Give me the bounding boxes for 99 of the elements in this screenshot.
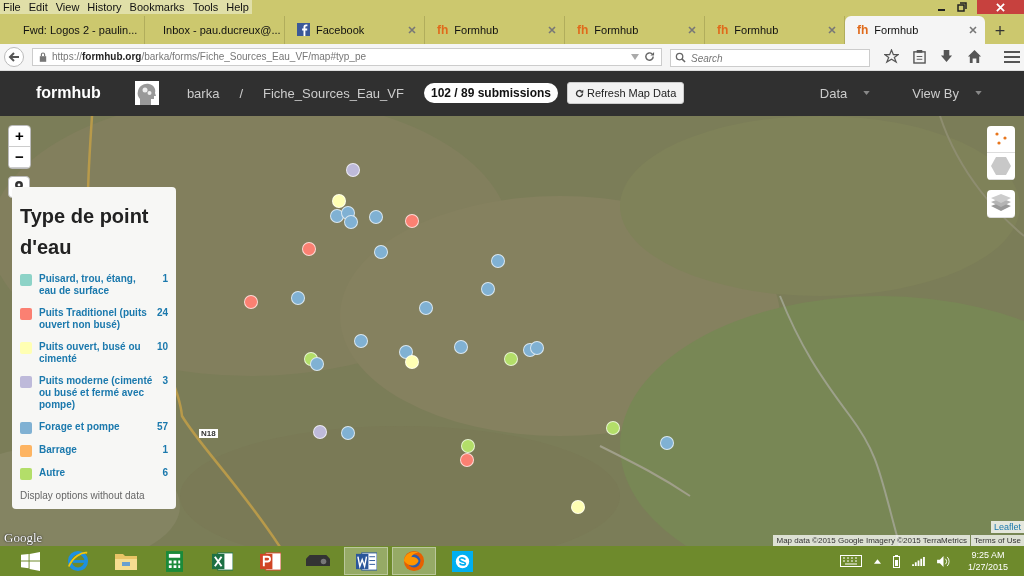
menu-item[interactable]: File xyxy=(3,0,21,14)
speaker-icon[interactable] xyxy=(936,555,950,567)
legend-count: 10 xyxy=(156,340,168,352)
browser-tab[interactable]: Facebook xyxy=(285,15,425,44)
battery-icon xyxy=(892,554,900,568)
legend-label[interactable]: Autre xyxy=(39,466,156,479)
road-label: N18 xyxy=(199,428,218,438)
legend-title: Type de point d'eau xyxy=(20,203,150,260)
restore-icon[interactable] xyxy=(957,2,967,12)
dropdown-menu[interactable]: Data xyxy=(819,85,871,101)
clock-date[interactable]: 1/27/2015 xyxy=(967,561,1008,574)
zoom-out-button[interactable]: − xyxy=(9,146,30,168)
avatar-icon[interactable] xyxy=(134,81,159,106)
submissions-count: 102 / 89 submissions xyxy=(423,83,558,104)
menu-item[interactable]: Help xyxy=(226,0,249,14)
spreadsheet-icon xyxy=(211,550,233,572)
formhub-icon: fh xyxy=(577,22,589,37)
formhub-icon: fh xyxy=(717,22,729,37)
browser-tab[interactable]: fh Formhub xyxy=(565,15,705,44)
leaflet-link[interactable]: Leaflet xyxy=(990,521,1024,534)
browser-tab[interactable]: fh Formhub xyxy=(425,15,565,44)
menu-item[interactable]: Edit xyxy=(28,0,48,14)
legend-label[interactable]: Puits moderne (cimenté ou busé et fermé avec pompe) xyxy=(39,374,156,411)
brand-logo[interactable]: formhub xyxy=(36,84,101,103)
clock-time[interactable]: 9:25 AM xyxy=(971,549,1005,562)
browser-icon xyxy=(67,550,89,573)
close-icon[interactable] xyxy=(688,25,696,34)
browser-tab[interactable]: Inbox - pau.ducreux@... xyxy=(145,15,285,44)
legend-label[interactable]: Puits Traditionel (puits ouvert non busé) xyxy=(39,306,150,331)
projector-icon xyxy=(306,554,330,568)
legend-label[interactable]: Barrage xyxy=(39,443,156,456)
legend-count: 1 xyxy=(162,443,168,455)
keyboard-icon[interactable] xyxy=(839,555,862,568)
close-button[interactable] xyxy=(977,0,1024,14)
layers-button[interactable] xyxy=(987,189,1015,218)
zoom-in-button[interactable]: + xyxy=(9,125,30,147)
back-button[interactable] xyxy=(4,46,24,67)
caret-icon xyxy=(863,91,871,96)
dropdown-icon[interactable] xyxy=(631,53,639,60)
menu-item[interactable]: Bookmarks xyxy=(129,0,185,14)
google-logo: Google xyxy=(4,531,43,546)
user-link[interactable]: barka xyxy=(186,85,220,101)
formhub-icon: fh xyxy=(437,22,449,37)
taskbar-button[interactable] xyxy=(344,547,388,576)
folder-icon xyxy=(114,551,138,572)
clipboard-icon[interactable] xyxy=(913,49,926,65)
refresh-button[interactable]: Refresh Map Data xyxy=(567,82,685,105)
menu-item[interactable]: Tools xyxy=(192,0,219,14)
hexagon-icon xyxy=(991,156,1011,175)
show-hidden-icon[interactable] xyxy=(873,558,881,564)
close-icon[interactable] xyxy=(969,25,977,34)
home-icon[interactable] xyxy=(967,49,982,65)
attribution-text: Map data ©2015 Google Imagery ©2015 TerraMetrics xyxy=(773,535,970,547)
formhub-icon: fh xyxy=(857,22,869,37)
url-text: https://formhub.org/barka/forms/Fiche_Sources_Eau_VF/map#typ_pe xyxy=(52,51,367,63)
legend-count: 24 xyxy=(156,306,168,318)
dropdown-menu[interactable]: View By xyxy=(912,85,982,101)
dots-icon xyxy=(993,130,1009,147)
menu-icon[interactable] xyxy=(1004,49,1020,64)
facebook-icon xyxy=(297,23,310,37)
caret-icon xyxy=(975,91,982,96)
menu-item[interactable]: History xyxy=(87,0,122,14)
form-link[interactable]: Fiche_Sources_Eau_VF xyxy=(263,85,404,101)
download-icon[interactable] xyxy=(940,49,953,65)
chat-icon xyxy=(451,550,473,572)
refresh-icon xyxy=(575,88,584,98)
layers-icon xyxy=(991,194,1011,213)
breadcrumb-separator: / xyxy=(239,85,244,101)
points-button[interactable] xyxy=(987,125,1015,153)
reload-icon[interactable] xyxy=(644,51,655,63)
close-icon[interactable] xyxy=(408,25,416,34)
slides-icon xyxy=(259,550,281,572)
lock-icon xyxy=(39,51,47,62)
legend-count: 6 xyxy=(162,466,168,478)
legend-label[interactable]: Puits ouvert, busé ou cimenté xyxy=(39,340,150,365)
display-options-link[interactable]: Display options without data xyxy=(20,489,168,501)
signal-icon xyxy=(911,556,925,567)
browser-tab[interactable]: Fwd: Logos 2 - paulin... xyxy=(5,15,145,44)
star-icon[interactable] xyxy=(884,49,899,65)
legend-label[interactable]: Puisard, trou, étang, eau de surface xyxy=(39,272,156,297)
close-icon xyxy=(996,2,1005,12)
taskbar-button[interactable] xyxy=(392,547,436,576)
close-icon[interactable] xyxy=(548,25,556,34)
browser-tab[interactable]: fh Formhub xyxy=(845,15,985,44)
legend-count: 1 xyxy=(162,272,168,284)
address-field[interactable]: https://formhub.org/barka/forms/Fiche_Sources_Eau_VF/map#typ_pe xyxy=(32,47,662,66)
legend-label[interactable]: Forage et pompe xyxy=(39,420,150,433)
search-field[interactable]: Search xyxy=(670,49,870,68)
close-icon[interactable] xyxy=(828,25,836,34)
windows-icon xyxy=(20,551,40,571)
terms-link[interactable]: Terms of Use xyxy=(970,535,1024,547)
legend-count: 57 xyxy=(156,420,168,432)
legend-count: 3 xyxy=(162,374,168,386)
calculator-icon xyxy=(165,550,183,572)
back-arrow-icon xyxy=(8,50,20,63)
new-tab-button[interactable]: + xyxy=(985,17,1015,44)
document-icon xyxy=(355,550,377,572)
menu-item[interactable]: View xyxy=(55,0,80,14)
globe-icon xyxy=(403,550,425,573)
